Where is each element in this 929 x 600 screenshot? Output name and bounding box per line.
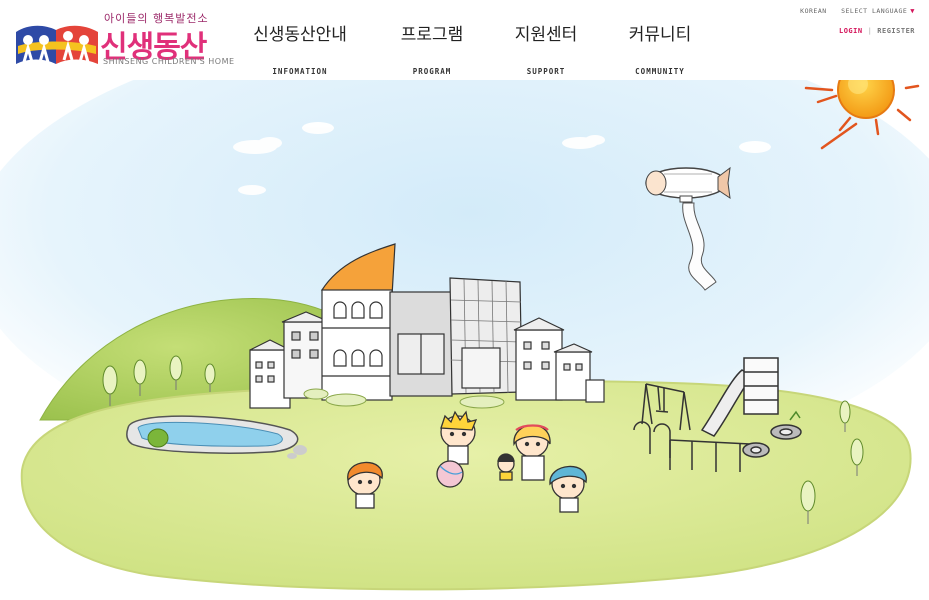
- nav-item-information[interactable]: 신생동산안내 INFOMATION: [248, 20, 352, 76]
- nav-label: 커뮤니티: [628, 25, 692, 45]
- auth-links: LOGIN | REGISTER: [839, 27, 915, 35]
- logo-subtitle: SHINSENG CHILDREN'S HOME: [103, 57, 235, 66]
- chevron-down-icon: ▼: [910, 7, 915, 15]
- nav-label: 프로그램: [400, 25, 464, 45]
- nav-sublabel: COMMUNITY: [635, 67, 685, 76]
- nav-label: 지원센터: [514, 25, 578, 45]
- nav-sublabel: SUPPORT: [526, 67, 566, 76]
- separator: |: [867, 27, 873, 35]
- nav-item-program[interactable]: 프로그램 PROGRAM: [394, 20, 470, 76]
- nav-sublabel: INFOMATION: [272, 67, 328, 76]
- hero-illustration: [0, 20, 929, 591]
- login-link[interactable]: LOGIN: [839, 27, 863, 35]
- site-header: 아이들의 행복발전소 신생동산 SHINSENG CHILDREN'S HOME…: [0, 0, 929, 80]
- site-logo[interactable]: 아이들의 행복발전소 신생동산 SHINSENG CHILDREN'S HOME: [14, 10, 234, 70]
- page: 아이들의 행복발전소 신생동산 SHINSENG CHILDREN'S HOME…: [0, 0, 929, 600]
- nav-sublabel: PROGRAM: [412, 67, 452, 76]
- register-link[interactable]: REGISTER: [877, 27, 915, 35]
- language-korean-link[interactable]: KOREAN: [800, 7, 826, 15]
- logo-emblem-icon: [16, 25, 98, 64]
- nav-item-community[interactable]: 커뮤니티 COMMUNITY: [622, 20, 698, 76]
- nav-item-support[interactable]: 지원센터 SUPPORT: [508, 20, 584, 76]
- language-bar: KOREAN SELECT LANGUAGE ▼: [800, 7, 915, 15]
- nav-label: 신생동산안내: [253, 25, 347, 45]
- language-select[interactable]: SELECT LANGUAGE ▼: [841, 7, 915, 15]
- language-select-label: SELECT LANGUAGE: [841, 7, 908, 15]
